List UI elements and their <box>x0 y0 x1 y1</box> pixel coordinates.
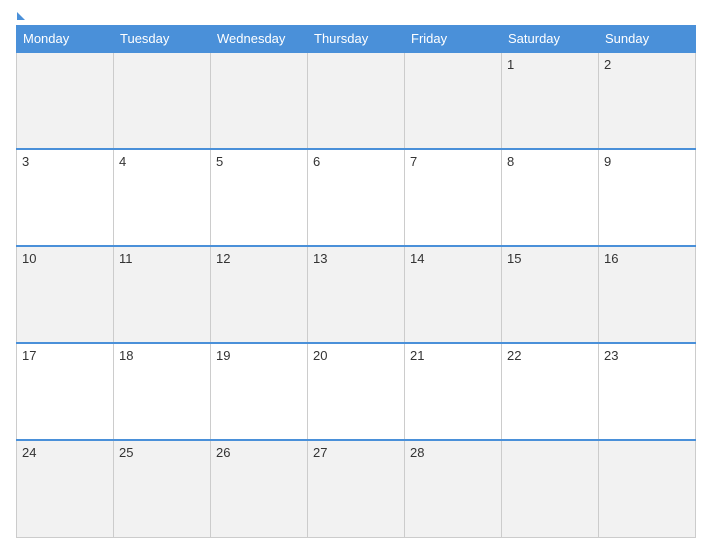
day-number: 7 <box>410 154 417 169</box>
calendar-cell: 28 <box>405 440 502 537</box>
day-number: 19 <box>216 348 230 363</box>
day-number: 25 <box>119 445 133 460</box>
calendar-cell: 4 <box>114 149 211 246</box>
calendar-cell: 8 <box>502 149 599 246</box>
calendar-cell: 17 <box>17 343 114 440</box>
weekday-header-row: MondayTuesdayWednesdayThursdayFridaySatu… <box>17 26 696 53</box>
weekday-header-saturday: Saturday <box>502 26 599 53</box>
weekday-header-friday: Friday <box>405 26 502 53</box>
calendar-cell <box>405 52 502 149</box>
day-number: 21 <box>410 348 424 363</box>
calendar-cell: 16 <box>599 246 696 343</box>
day-number: 22 <box>507 348 521 363</box>
logo-triangle-icon <box>17 12 25 20</box>
calendar-cell: 18 <box>114 343 211 440</box>
calendar-cell: 5 <box>211 149 308 246</box>
calendar-cell: 10 <box>17 246 114 343</box>
calendar-cell: 21 <box>405 343 502 440</box>
week-row: 10 11 12 13 14 15 16 <box>17 246 696 343</box>
calendar-table: MondayTuesdayWednesdayThursdayFridaySatu… <box>16 25 696 538</box>
calendar-cell: 15 <box>502 246 599 343</box>
calendar-cell: 19 <box>211 343 308 440</box>
calendar-cell <box>599 440 696 537</box>
calendar-cell: 26 <box>211 440 308 537</box>
day-number: 9 <box>604 154 611 169</box>
calendar-cell: 3 <box>17 149 114 246</box>
day-number: 15 <box>507 251 521 266</box>
week-row: 17 18 19 20 21 22 23 <box>17 343 696 440</box>
day-number: 10 <box>22 251 36 266</box>
weekday-header-wednesday: Wednesday <box>211 26 308 53</box>
calendar-cell: 9 <box>599 149 696 246</box>
calendar-cell <box>502 440 599 537</box>
calendar-cell: 14 <box>405 246 502 343</box>
calendar-header <box>16 12 696 17</box>
day-number: 1 <box>507 57 514 72</box>
calendar-cell: 23 <box>599 343 696 440</box>
week-row: 3 4 5 6 7 8 9 <box>17 149 696 246</box>
day-number: 2 <box>604 57 611 72</box>
day-number: 27 <box>313 445 327 460</box>
calendar-cell: 12 <box>211 246 308 343</box>
week-row: 24 25 26 27 28 <box>17 440 696 537</box>
calendar-page: MondayTuesdayWednesdayThursdayFridaySatu… <box>0 0 712 550</box>
logo <box>16 12 106 17</box>
calendar-cell: 20 <box>308 343 405 440</box>
day-number: 23 <box>604 348 618 363</box>
weekday-header-thursday: Thursday <box>308 26 405 53</box>
calendar-cell: 1 <box>502 52 599 149</box>
calendar-cell <box>114 52 211 149</box>
day-number: 24 <box>22 445 36 460</box>
calendar-cell: 27 <box>308 440 405 537</box>
day-number: 26 <box>216 445 230 460</box>
day-number: 3 <box>22 154 29 169</box>
weekday-header-sunday: Sunday <box>599 26 696 53</box>
day-number: 11 <box>119 251 133 266</box>
calendar-cell: 11 <box>114 246 211 343</box>
day-number: 16 <box>604 251 618 266</box>
day-number: 28 <box>410 445 424 460</box>
calendar-cell: 25 <box>114 440 211 537</box>
calendar-cell: 7 <box>405 149 502 246</box>
calendar-cell: 2 <box>599 52 696 149</box>
calendar-cell: 22 <box>502 343 599 440</box>
day-number: 13 <box>313 251 327 266</box>
calendar-cell <box>17 52 114 149</box>
day-number: 18 <box>119 348 133 363</box>
day-number: 14 <box>410 251 424 266</box>
day-number: 17 <box>22 348 36 363</box>
calendar-cell: 24 <box>17 440 114 537</box>
day-number: 12 <box>216 251 230 266</box>
week-row: 12 <box>17 52 696 149</box>
day-number: 4 <box>119 154 126 169</box>
weekday-header-monday: Monday <box>17 26 114 53</box>
weekday-header-tuesday: Tuesday <box>114 26 211 53</box>
calendar-cell: 13 <box>308 246 405 343</box>
calendar-cell <box>211 52 308 149</box>
day-number: 5 <box>216 154 223 169</box>
day-number: 20 <box>313 348 327 363</box>
day-number: 6 <box>313 154 320 169</box>
day-number: 8 <box>507 154 514 169</box>
calendar-cell <box>308 52 405 149</box>
calendar-cell: 6 <box>308 149 405 246</box>
